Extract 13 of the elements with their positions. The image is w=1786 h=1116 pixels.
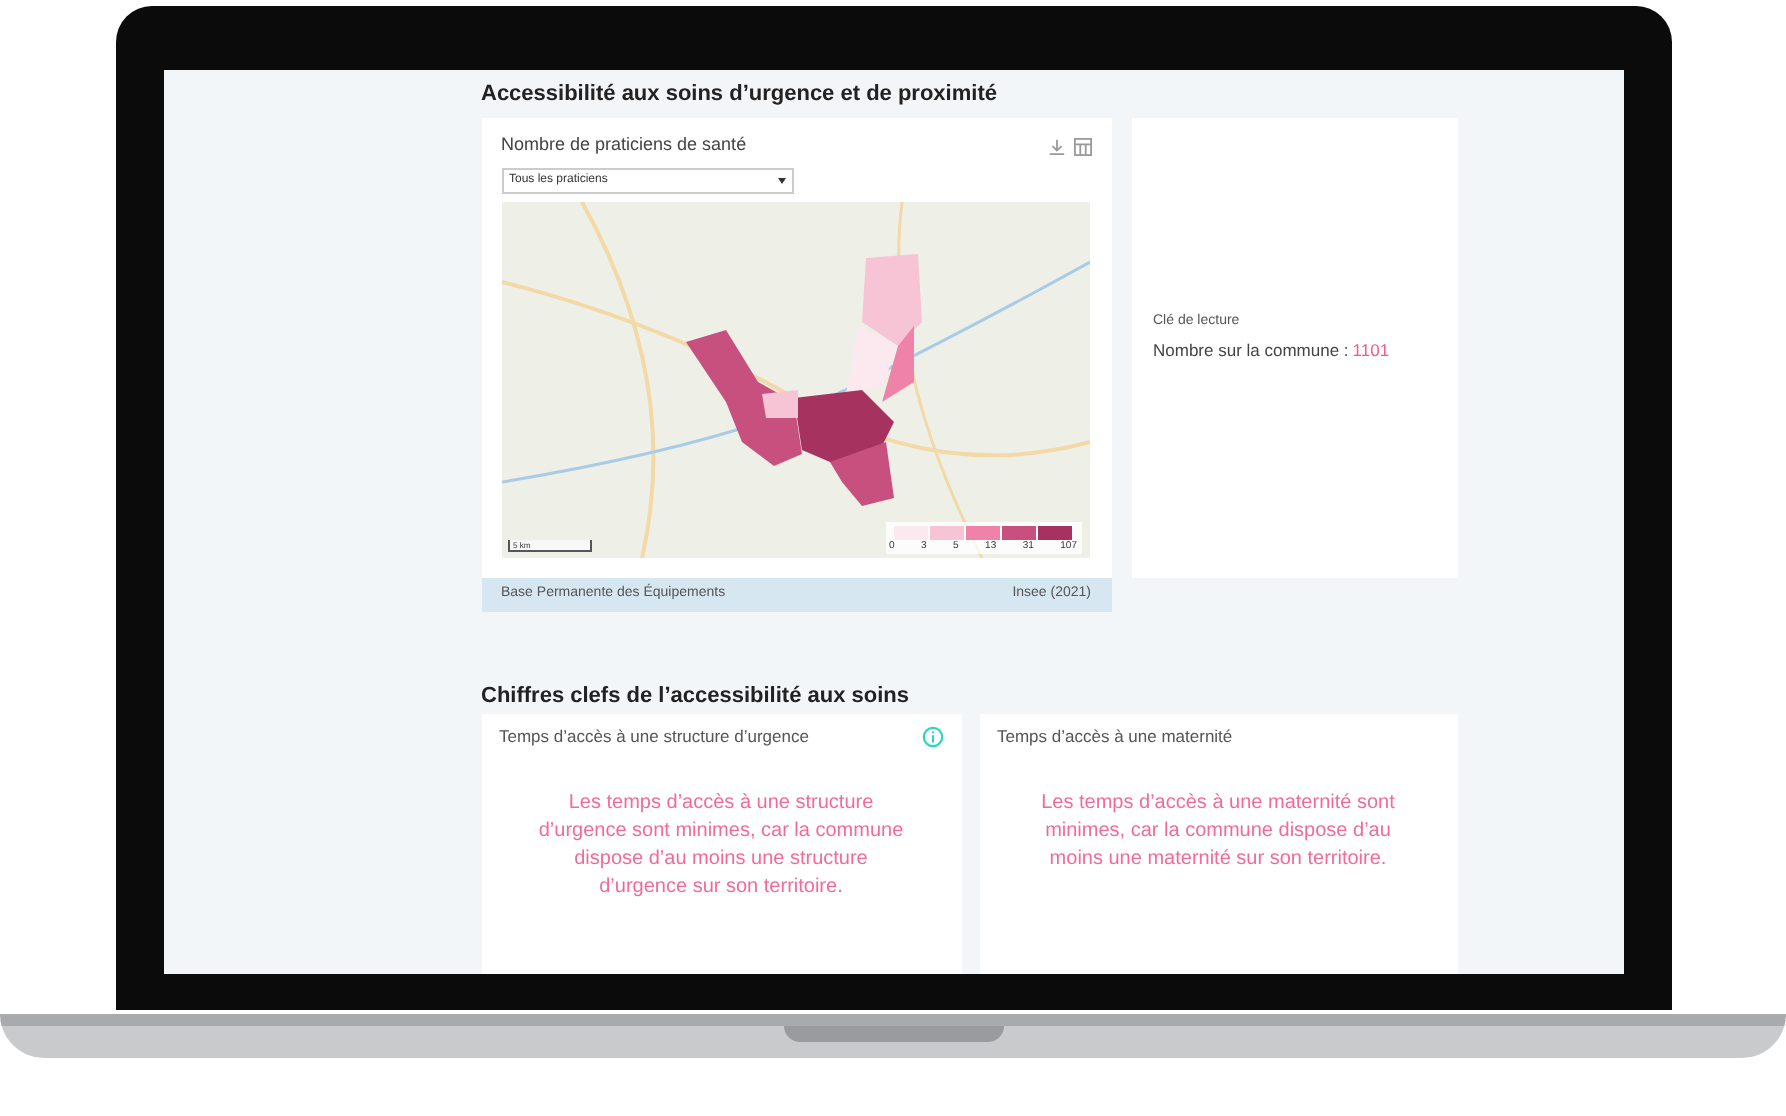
reading-label: Nombre sur la commune :	[1153, 338, 1349, 365]
card-title: Nombre de praticiens de santé	[501, 132, 747, 159]
info-icon[interactable]	[921, 725, 943, 747]
download-icon[interactable]	[1047, 137, 1065, 155]
section-title: Accessibilité aux soins d’urgence et de proximité	[481, 80, 999, 110]
card-message: Les temps d’accès à une structure d’urgence sont minimes, car la commune dispose d’au moins une structure d’urgence sur son territoire.	[536, 790, 906, 902]
section-title: Chiffres clefs de l’accessibilité aux soins	[481, 682, 911, 712]
caret-icon	[777, 178, 785, 184]
card-title: Temps d’accès à une maternité	[997, 723, 1233, 749]
card-title: Temps d’accès à une structure d’urgence	[499, 723, 809, 749]
reading-value: 1101	[1352, 338, 1390, 365]
table-icon[interactable]	[1073, 137, 1091, 155]
card-message: Les temps d’accès à une maternité sont minimes, car la commune dispose d’au moins une maternité sur son territoire.	[1039, 790, 1397, 874]
